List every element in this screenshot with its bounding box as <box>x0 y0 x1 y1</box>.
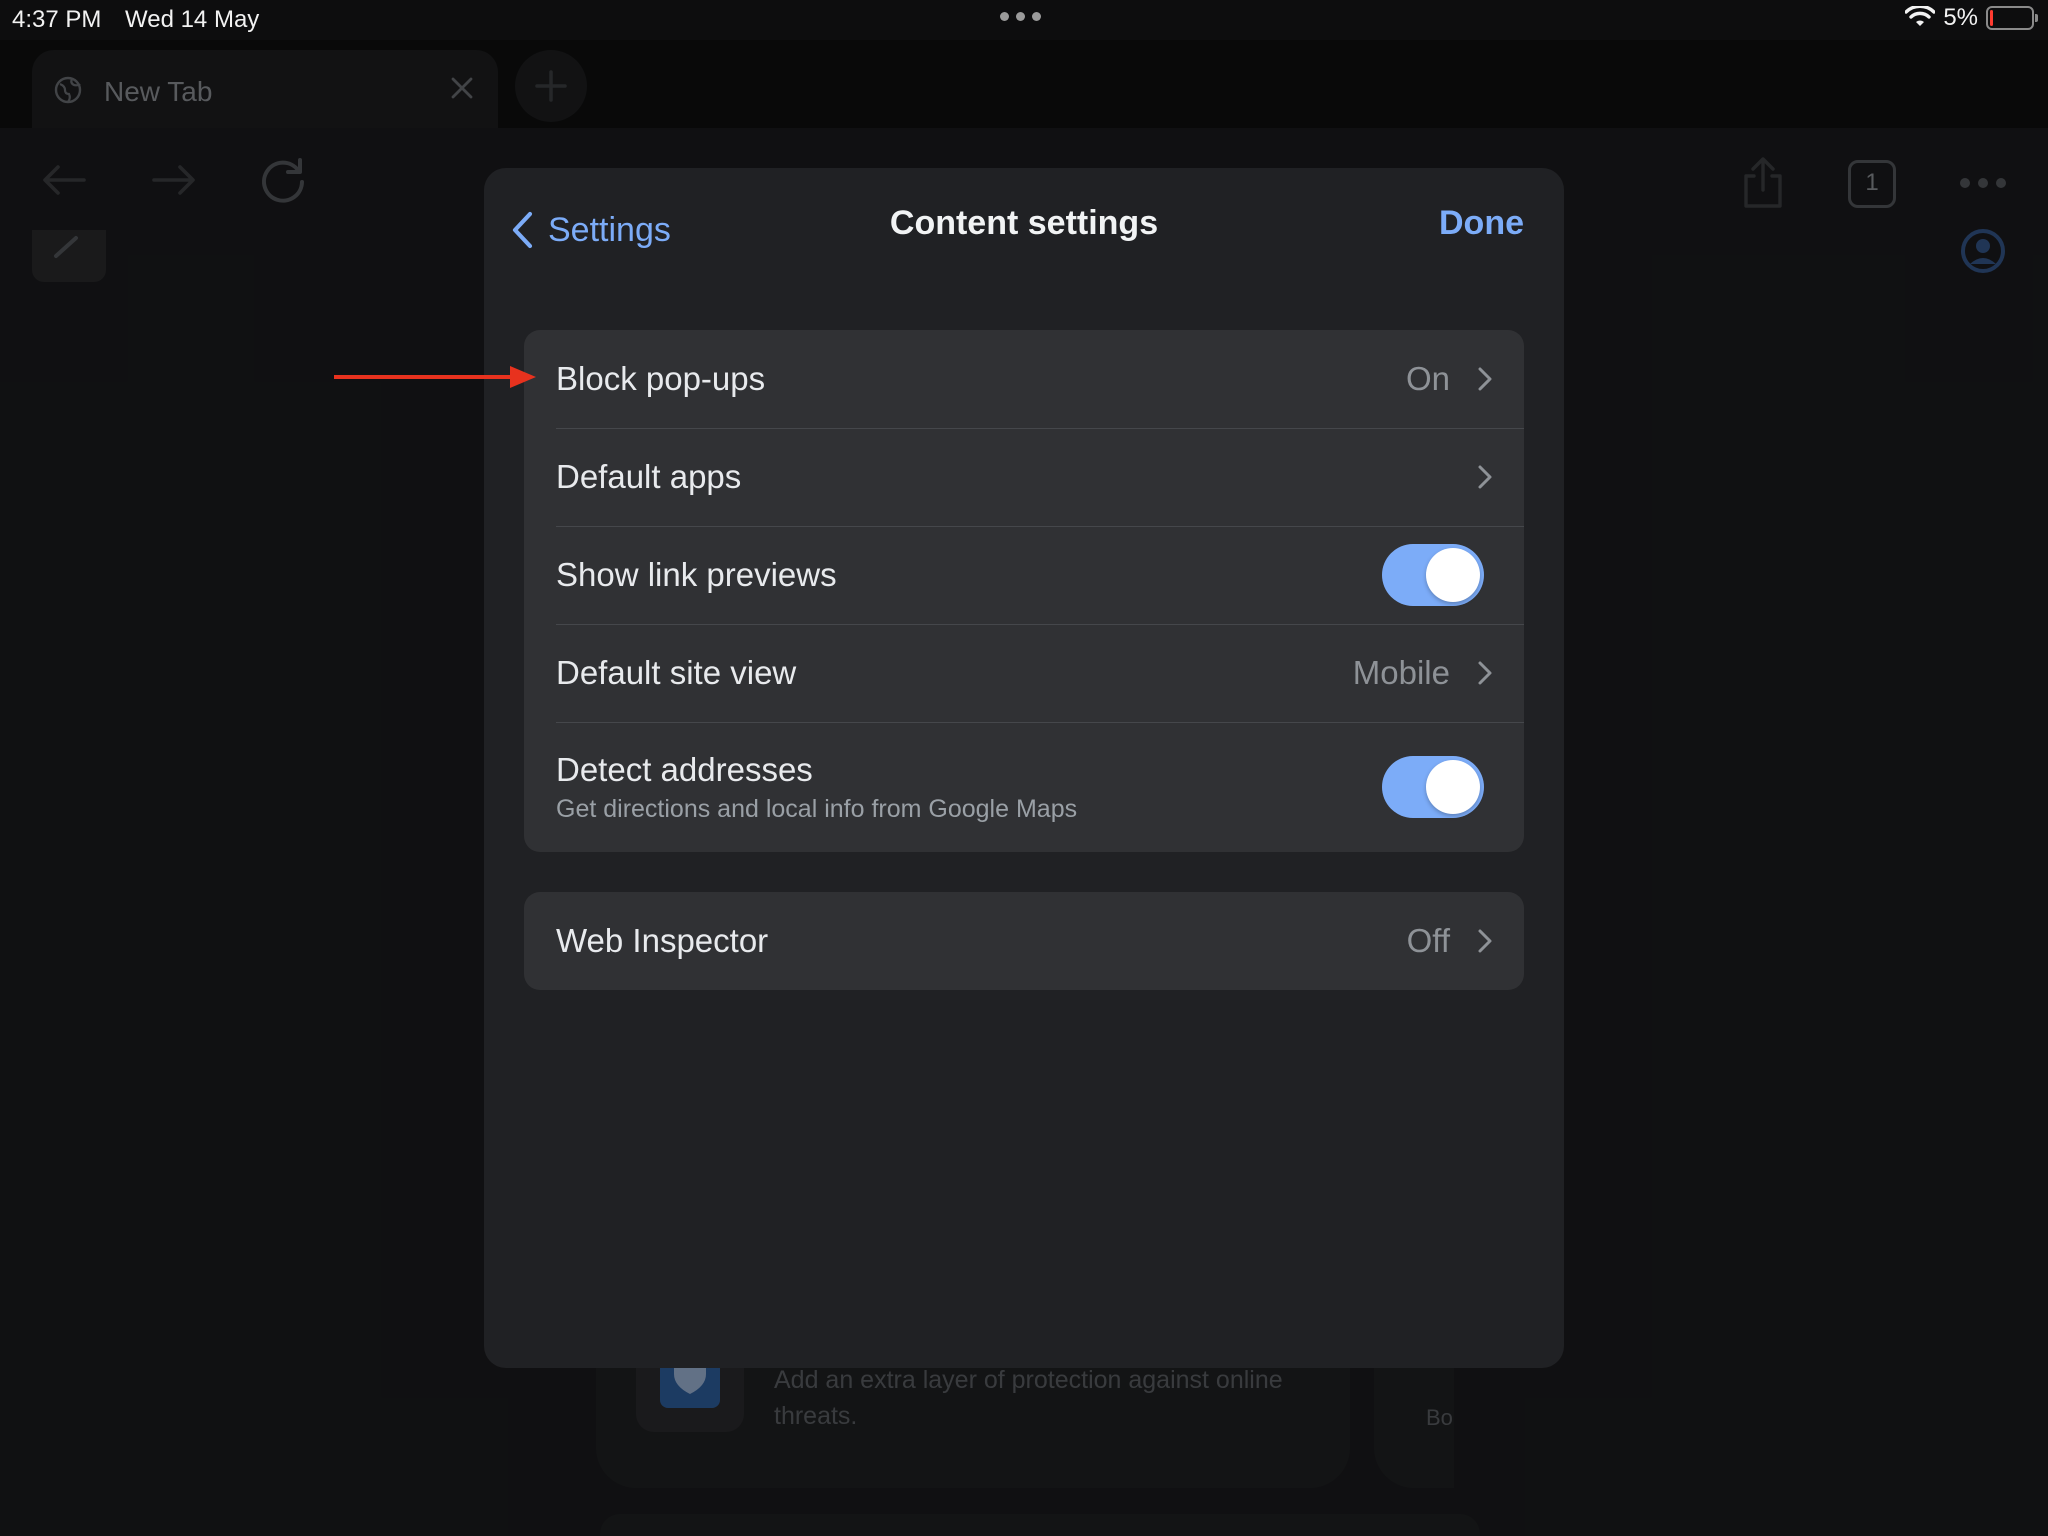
status-bar: 4:37 PM Wed 14 May 5% <box>0 0 2048 40</box>
detect-addresses-toggle[interactable] <box>1382 756 1484 818</box>
battery-percent: 5% <box>1943 4 1978 31</box>
row-block-popups[interactable]: Block pop-ups On <box>524 330 1524 428</box>
row-label: Block pop-ups <box>556 360 766 397</box>
row-default-site-view[interactable]: Default site view Mobile <box>524 624 1524 722</box>
row-label: Show link previews <box>556 556 837 593</box>
annotation-arrow-icon <box>334 366 536 388</box>
done-button[interactable]: Done <box>1439 204 1524 243</box>
wifi-icon <box>1905 6 1936 26</box>
row-web-inspector[interactable]: Web Inspector Off <box>524 892 1524 990</box>
chevron-right-icon <box>1478 465 1492 489</box>
screen: 4:37 PM Wed 14 May 5% New Tab 1 Add an e… <box>0 0 2048 1536</box>
chevron-right-icon <box>1478 661 1492 685</box>
chevron-right-icon <box>1478 929 1492 953</box>
more-dots-icon[interactable] <box>1000 12 1041 21</box>
row-detect-addresses: Detect addresses Get directions and loca… <box>524 722 1524 852</box>
chevron-left-icon <box>512 211 533 249</box>
battery-icon <box>1986 6 2038 30</box>
content-settings-modal: Settings Content settings Done Block pop… <box>484 168 1564 1368</box>
row-label: Detect addresses <box>556 750 813 788</box>
row-value: Off <box>1406 922 1450 959</box>
status-indicators: 5% <box>1905 4 2038 32</box>
row-label: Web Inspector <box>556 922 769 959</box>
row-value: Mobile <box>1352 654 1450 691</box>
settings-group-developer: Web Inspector Off <box>524 892 1524 990</box>
row-value: On <box>1405 360 1450 397</box>
row-label: Default site view <box>556 654 797 691</box>
row-default-apps[interactable]: Default apps <box>524 428 1524 526</box>
back-label: Settings <box>548 210 671 249</box>
settings-back-button[interactable]: Settings <box>510 204 671 256</box>
settings-group-content: Block pop-ups On Default apps Show link … <box>524 330 1524 852</box>
row-subtitle: Get directions and local info from Googl… <box>556 794 1078 823</box>
row-show-link-previews: Show link previews <box>524 526 1524 624</box>
row-label: Default apps <box>556 458 742 495</box>
link-previews-toggle[interactable] <box>1382 544 1484 606</box>
status-time: 4:37 PM <box>12 6 102 33</box>
chevron-right-icon <box>1478 367 1492 391</box>
status-date: Wed 14 May <box>125 6 260 33</box>
